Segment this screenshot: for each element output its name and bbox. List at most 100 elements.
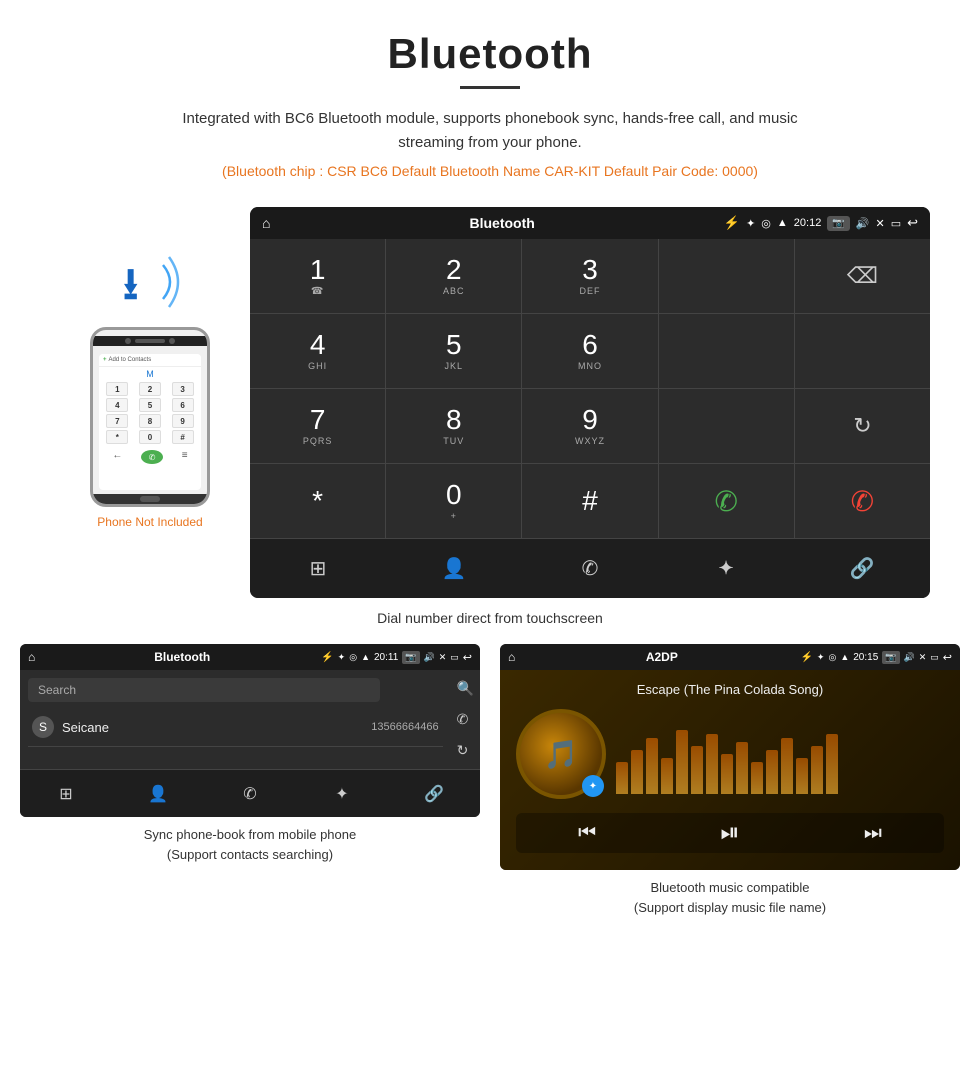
nav-bt-pb[interactable]: ✦ xyxy=(296,770,388,817)
bluetooth-info: (Bluetooth chip : CSR BC6 Default Blueto… xyxy=(20,163,960,179)
phonebook-body: Search S Seicane 13566664466 🔍 ✆ ↻ xyxy=(20,670,480,769)
add-contact-icon: + xyxy=(103,357,107,363)
eq-bar-9 xyxy=(736,742,748,794)
key-9-sub: WXYZ xyxy=(575,436,605,446)
next-button[interactable]: ⏭ xyxy=(864,822,882,845)
status-bar-phonebook: ⌂ Bluetooth ⚡ ✦ ◎ ▲ 20:11 📷 🔊 ✕ ▭ ↩ xyxy=(20,644,480,670)
play-pause-button[interactable]: ⏯ xyxy=(720,819,739,847)
nav-bluetooth[interactable]: ✦ xyxy=(658,539,794,598)
home-icon[interactable]: ⌂ xyxy=(262,215,270,231)
win-ms[interactable]: ▭ xyxy=(930,652,939,663)
key-6-sub: MNO xyxy=(578,361,602,371)
phone-icon: ✆ xyxy=(582,556,599,581)
eq-bar-11 xyxy=(766,750,778,794)
key-hash[interactable]: # xyxy=(522,464,658,538)
key-9[interactable]: 9 WXYZ xyxy=(522,389,658,463)
nav-person-pb[interactable]: 👤 xyxy=(112,770,204,817)
phone-key-9[interactable]: 9 xyxy=(172,414,194,428)
key-4[interactable]: 4 GHI xyxy=(250,314,386,388)
bt-icon-ms: ✦ xyxy=(817,652,825,663)
phone-key-7[interactable]: 7 xyxy=(106,414,128,428)
vol-pb[interactable]: 🔊 xyxy=(424,652,435,663)
music-controls: ⏮ ⏯ ⏭ xyxy=(516,813,944,853)
key-8[interactable]: 8 TUV xyxy=(386,389,522,463)
call-button[interactable]: ✆ xyxy=(659,464,795,538)
person-icon: 👤 xyxy=(442,556,467,581)
key-star[interactable]: * xyxy=(250,464,386,538)
phonebook-caption-line2: (Support contacts searching) xyxy=(167,847,333,862)
key-1[interactable]: 1 ☎ xyxy=(250,239,386,313)
call-icon-side[interactable]: ✆ xyxy=(457,711,474,728)
grid-icon: ⊞ xyxy=(310,556,327,581)
status-icons-ms: ✦ ◎ ▲ 20:15 📷 🔊 ✕ ▭ ↩ xyxy=(817,651,952,664)
win-pb[interactable]: ▭ xyxy=(450,652,459,663)
key-2[interactable]: 2 ABC xyxy=(386,239,522,313)
nav-link-pb[interactable]: 🔗 xyxy=(388,770,480,817)
phone-key-2[interactable]: 2 xyxy=(139,382,161,396)
key-8-num: 8 xyxy=(446,406,462,434)
search-bar[interactable]: Search xyxy=(28,678,380,702)
key-6[interactable]: 6 MNO xyxy=(522,314,658,388)
phone-back-label: ← xyxy=(112,450,122,464)
nav-link[interactable]: 🔗 xyxy=(794,539,930,598)
nav-phone[interactable]: ✆ xyxy=(522,539,658,598)
back-ms[interactable]: ↩ xyxy=(943,651,952,664)
window-icon[interactable]: ▭ xyxy=(891,217,901,230)
key-3[interactable]: 3 DEF xyxy=(522,239,658,313)
key-1-sub: ☎ xyxy=(311,286,324,297)
phone-key-5[interactable]: 5 xyxy=(139,398,161,412)
phone-key-hash[interactable]: # xyxy=(172,430,194,444)
volume-icon[interactable]: 🔊 xyxy=(856,217,870,230)
end-call-button[interactable]: ✆ xyxy=(795,464,930,538)
time-ms: 20:15 xyxy=(853,652,878,663)
end-call-icon: ✆ xyxy=(851,485,874,518)
phone-key-1[interactable]: 1 xyxy=(106,382,128,396)
phone-key-8[interactable]: 8 xyxy=(139,414,161,428)
key-7[interactable]: 7 PQRS xyxy=(250,389,386,463)
key-5[interactable]: 5 JKL xyxy=(386,314,522,388)
back-icon[interactable]: ↩ xyxy=(907,215,918,231)
reload-key[interactable]: ↻ xyxy=(795,389,930,463)
home-icon-ms[interactable]: ⌂ xyxy=(508,650,515,664)
status-bar-right: ✦ ◎ ▲ 20:12 📷 🔊 ✕ ▭ ↩ xyxy=(746,215,918,231)
backspace-key[interactable]: ⌫ xyxy=(795,239,930,313)
sig-icon-ms: ▲ xyxy=(840,652,849,662)
nav-phone-pb[interactable]: ✆ xyxy=(204,770,296,817)
bottom-nav-big: ⊞ 👤 ✆ ✦ 🔗 xyxy=(250,538,930,598)
eq-bar-5 xyxy=(676,730,688,794)
phone-bottom-bar: ← ✆ ≡ xyxy=(99,448,201,466)
bottom-screenshots: ⌂ Bluetooth ⚡ ✦ ◎ ▲ 20:11 📷 🔊 ✕ ▭ ↩ xyxy=(0,644,980,937)
phone-key-0[interactable]: 0 xyxy=(139,430,161,444)
reload-icon-side[interactable]: ↻ xyxy=(457,742,474,759)
search-icon-side[interactable]: 🔍 xyxy=(457,680,474,697)
equalizer xyxy=(616,714,944,794)
prev-button[interactable]: ⏮ xyxy=(578,822,596,845)
close-pb[interactable]: ✕ xyxy=(439,652,447,663)
camera-ms[interactable]: 📷 xyxy=(882,651,899,664)
key-0[interactable]: 0 + xyxy=(386,464,522,538)
song-title: Escape (The Pina Colada Song) xyxy=(637,682,823,697)
contact-phone: 13566664466 xyxy=(371,721,438,733)
music-content: Escape (The Pina Colada Song) 🎵 ✦ xyxy=(500,670,960,870)
phone-call-button[interactable]: ✆ xyxy=(141,450,163,464)
phone-key-3[interactable]: 3 xyxy=(172,382,194,396)
close-ms[interactable]: ✕ xyxy=(919,652,927,663)
home-icon-pb[interactable]: ⌂ xyxy=(28,650,35,664)
key-4-sub: GHI xyxy=(308,361,327,371)
vol-ms[interactable]: 🔊 xyxy=(904,652,915,663)
back-pb[interactable]: ↩ xyxy=(463,651,472,664)
close-icon[interactable]: ✕ xyxy=(875,217,884,230)
phone-key-4[interactable]: 4 xyxy=(106,398,128,412)
nav-contacts[interactable]: 👤 xyxy=(386,539,522,598)
phone-key-star[interactable]: * xyxy=(106,430,128,444)
nav-grid-pb[interactable]: ⊞ xyxy=(20,770,112,817)
camera-pb[interactable]: 📷 xyxy=(402,651,419,664)
phone-key-6[interactable]: 6 xyxy=(172,398,194,412)
bottom-nav-pb: ⊞ 👤 ✆ ✦ 🔗 xyxy=(20,769,480,817)
music-middle: 🎵 ✦ xyxy=(516,709,944,799)
nav-grid[interactable]: ⊞ xyxy=(250,539,386,598)
usb-icon: ⚡ xyxy=(724,215,740,231)
camera-icon[interactable]: 📷 xyxy=(827,216,849,231)
eq-bar-10 xyxy=(751,762,763,794)
key-star-num: * xyxy=(312,487,323,515)
